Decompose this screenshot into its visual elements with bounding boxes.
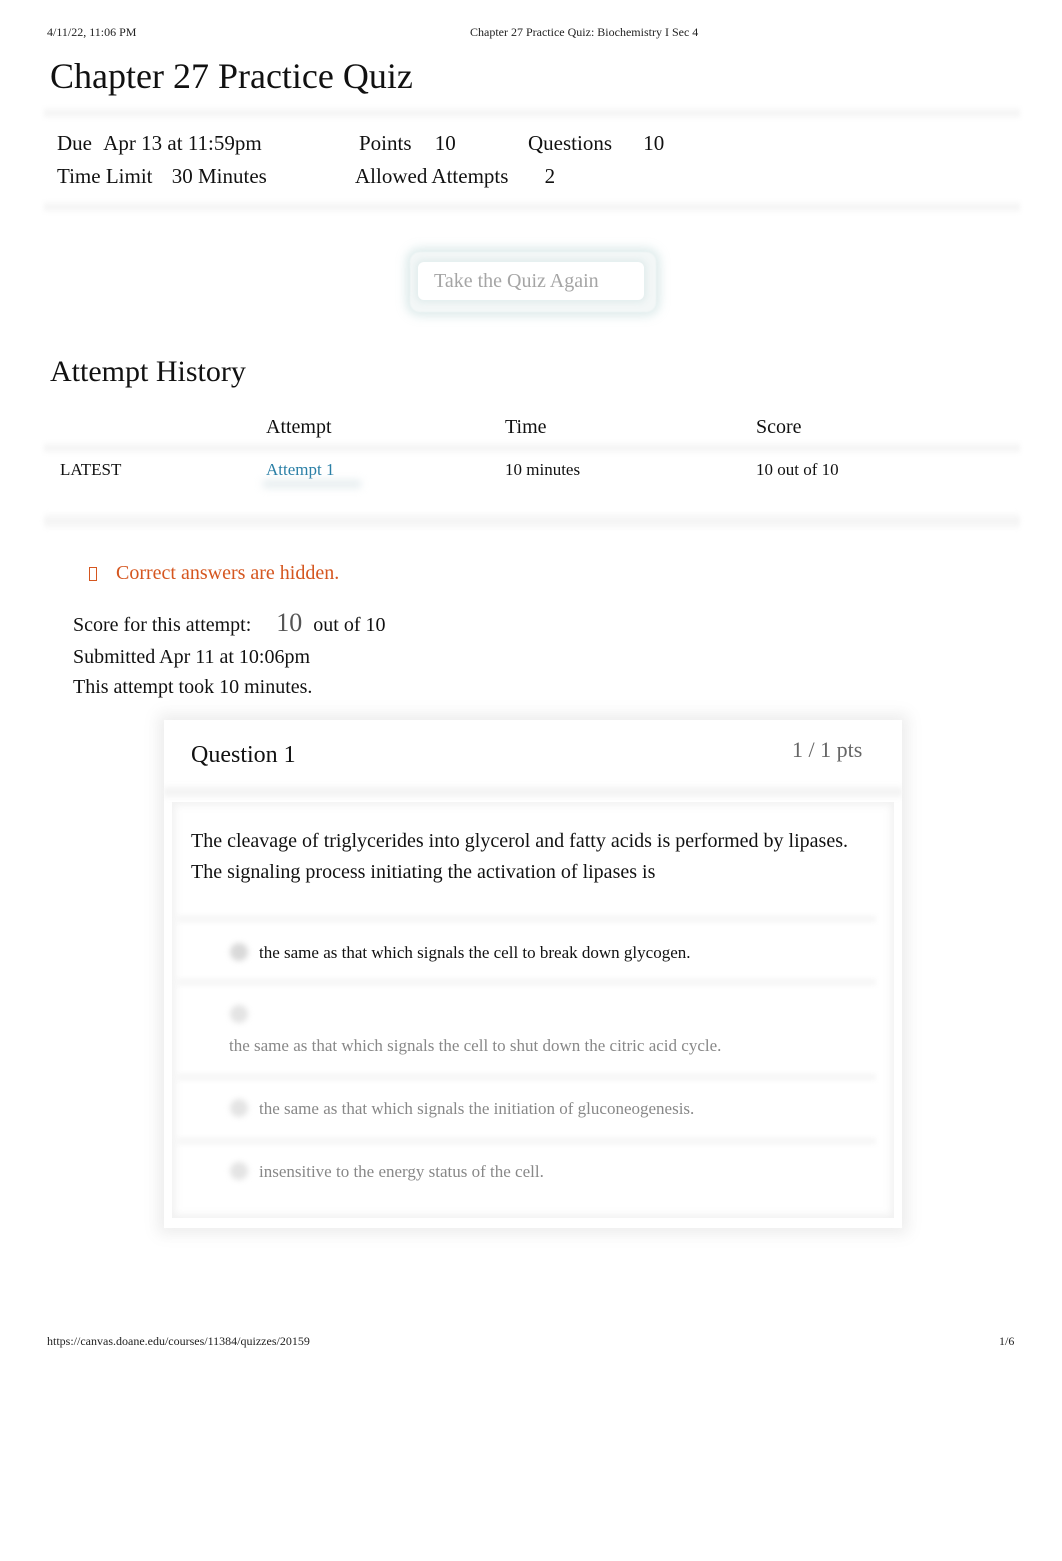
points-detail: Points 10 <box>359 129 456 157</box>
points-label: Points <box>359 131 412 155</box>
allowed-attempts-label: Allowed Attempts <box>355 164 509 188</box>
question-title: Question 1 <box>191 742 296 768</box>
answer-text: the same as that which signals the initi… <box>259 1099 695 1118</box>
divider <box>44 106 1020 120</box>
points-value: 10 <box>434 131 456 155</box>
questions-detail: Questions 10 <box>528 129 664 157</box>
time-limit-label: Time Limit <box>57 164 153 188</box>
radio-selected-icon[interactable] <box>230 943 248 961</box>
attempt-score-summary: Score for this attempt: 10 out of 10 <box>73 608 386 638</box>
question-text: The cleavage of triglycerides into glyce… <box>191 830 848 883</box>
radio-icon[interactable] <box>230 1005 248 1023</box>
allowed-attempts-value: 2 <box>544 164 556 188</box>
due-label: Due <box>57 131 92 155</box>
score-value: 10 <box>276 608 303 637</box>
print-url: https://canvas.doane.edu/courses/11384/q… <box>47 1334 310 1348</box>
radio-icon[interactable] <box>230 1162 248 1180</box>
table-header-divider <box>44 441 1020 455</box>
answer-divider <box>176 977 876 987</box>
page-title: Chapter 27 Practice Quiz <box>50 56 413 96</box>
answer-divider <box>176 1072 876 1082</box>
answer-text: the same as that which signals the cell … <box>229 1036 722 1055</box>
answer-divider <box>176 914 876 924</box>
attempt-duration: This attempt took 10 minutes. <box>73 676 313 698</box>
column-header-score: Score <box>756 416 802 438</box>
answer-text: the same as that which signals the cell … <box>259 943 691 962</box>
question-points: 1 / 1 pts <box>792 737 863 762</box>
due-detail: Due Apr 13 at 11:59pm <box>57 129 262 157</box>
print-page-number: 1/6 <box>999 1334 1015 1348</box>
score-label: Score for this attempt: <box>73 614 252 636</box>
answer-divider <box>176 1136 876 1146</box>
take-quiz-again-button[interactable]: Take the Quiz Again <box>418 262 644 300</box>
time-limit-value: 30 Minutes <box>171 164 267 188</box>
attempt-time: 10 minutes <box>505 460 581 479</box>
notice-text: Correct answers are hidden. <box>116 562 340 584</box>
radio-icon[interactable] <box>230 1099 248 1117</box>
question-card <box>164 720 902 1228</box>
score-suffix: out of 10 <box>313 614 386 636</box>
correct-answers-hidden-notice: Correct answers are hidden. <box>87 562 339 585</box>
latest-tag: LATEST <box>60 460 122 479</box>
attempt-1-link[interactable]: Attempt 1 <box>266 460 334 480</box>
column-header-time: Time <box>505 416 547 438</box>
attempt-history-title: Attempt History <box>50 355 246 388</box>
due-value: Apr 13 at 11:59pm <box>103 131 262 155</box>
question-header-divider <box>164 784 902 800</box>
table-footer-divider <box>44 511 1020 531</box>
print-page-title: Chapter 27 Practice Quiz: Biochemistry I… <box>470 25 699 39</box>
divider <box>44 200 1020 214</box>
info-icon <box>89 567 97 581</box>
print-datetime: 4/11/22, 11:06 PM <box>47 25 137 39</box>
attempt-score: 10 out of 10 <box>756 460 839 479</box>
questions-value: 10 <box>643 131 665 155</box>
submitted-time: Submitted Apr 11 at 10:06pm <box>73 646 311 668</box>
time-limit-detail: Time Limit 30 Minutes <box>57 162 267 190</box>
answer-text: insensitive to the energy status of the … <box>259 1162 544 1181</box>
questions-label: Questions <box>528 131 612 155</box>
link-focus-shadow <box>262 480 362 488</box>
allowed-attempts-detail: Allowed Attempts 2 <box>355 162 555 190</box>
column-header-attempt: Attempt <box>266 416 332 438</box>
